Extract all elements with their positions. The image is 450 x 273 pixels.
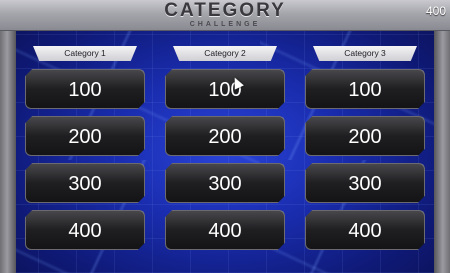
category-header: Category 1 (33, 46, 137, 61)
question-tile[interactable]: 400 (25, 210, 145, 250)
category-header: Category 2 (173, 46, 277, 61)
logo-subtitle: CHALLENGE (189, 21, 261, 28)
game-logo: CATEGORY CHALLENGE (0, 0, 450, 29)
question-tile[interactable]: 200 (25, 116, 145, 156)
question-tile[interactable]: 300 (305, 163, 425, 203)
question-tile[interactable]: 200 (305, 116, 425, 156)
question-tile[interactable]: 400 (305, 210, 425, 250)
category-column-1: Category 1 100 200 300 400 (25, 46, 145, 257)
left-frame (0, 30, 16, 273)
question-tile[interactable]: 400 (165, 210, 285, 250)
category-header: Category 3 (313, 46, 417, 61)
category-column-3: Category 3 100 200 300 400 (305, 46, 425, 257)
question-tile[interactable]: 200 (165, 116, 285, 156)
game-board: CATEGORY CHALLENGE 400 Category 1 100 20… (0, 0, 450, 273)
question-tile[interactable]: 300 (165, 163, 285, 203)
right-frame (434, 30, 450, 273)
question-tile[interactable]: 100 (165, 69, 285, 109)
question-tile[interactable]: 100 (305, 69, 425, 109)
logo-title: CATEGORY (164, 0, 286, 21)
question-tile[interactable]: 300 (25, 163, 145, 203)
score-display: 400 (425, 4, 446, 18)
header-bar: CATEGORY CHALLENGE 400 (0, 0, 450, 31)
question-tile[interactable]: 100 (25, 69, 145, 109)
category-column-2: Category 2 100 200 300 400 (165, 46, 285, 257)
